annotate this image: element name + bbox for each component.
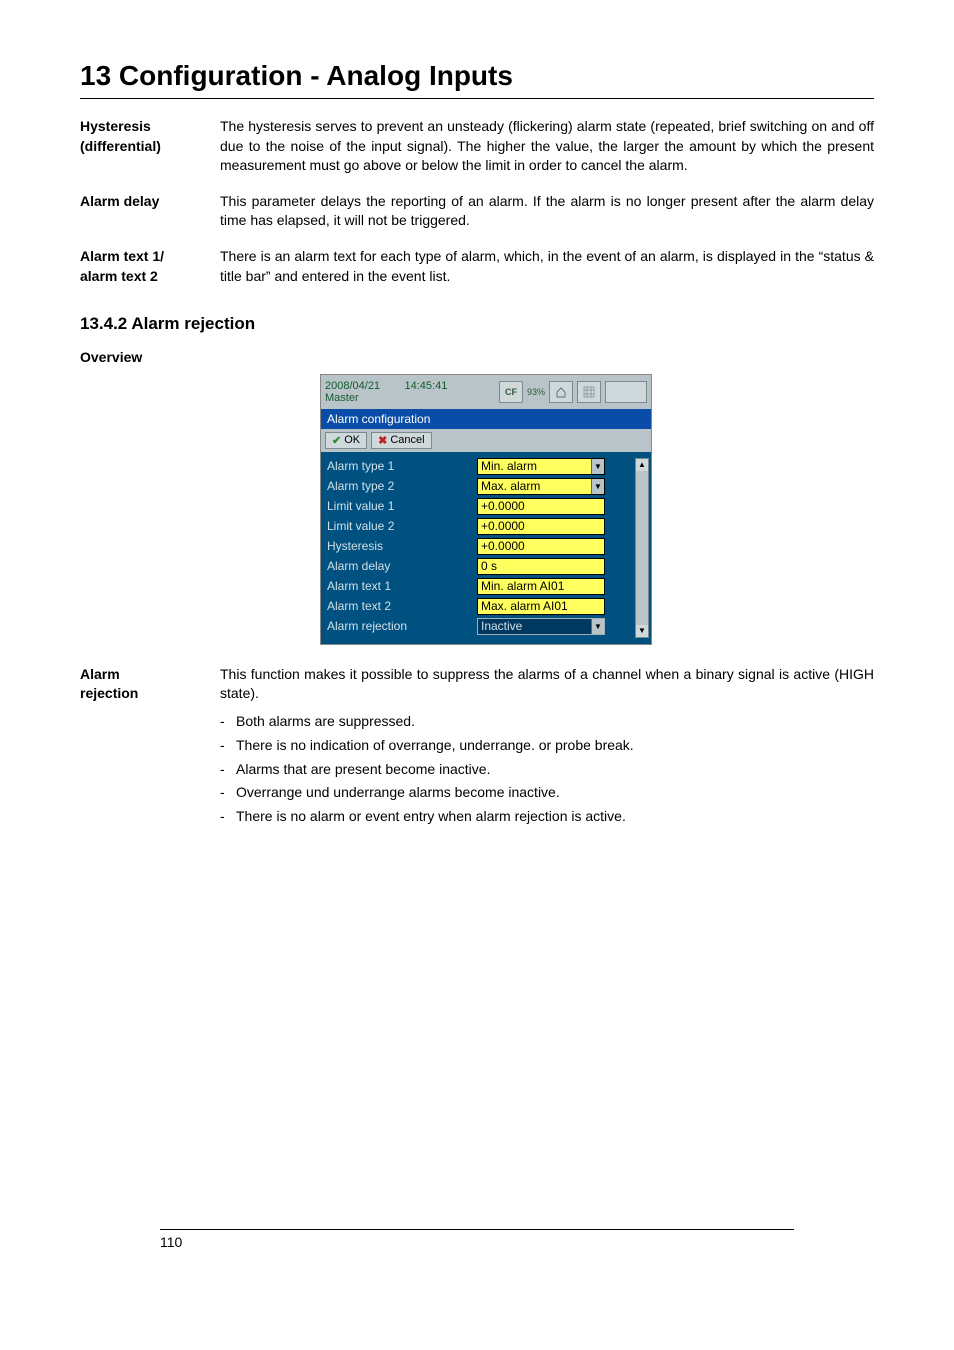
form-input[interactable]: +0.0000 <box>477 498 605 515</box>
field-value: Max. alarm <box>481 479 540 493</box>
cross-icon: ✖ <box>378 434 387 447</box>
label-line: alarm text 2 <box>80 268 158 284</box>
definition-text: This parameter delays the reporting of a… <box>220 192 874 231</box>
field-value: Min. alarm AI01 <box>481 579 564 593</box>
page-footer: 110 <box>160 1221 794 1250</box>
chapter-title: 13 Configuration - Analog Inputs <box>80 60 874 92</box>
chevron-down-icon[interactable]: ▼ <box>591 619 604 634</box>
list-item: Alarms that are present become inactive. <box>220 758 874 782</box>
form-body: Alarm type 1Min. alarm▼Alarm type 2Max. … <box>321 452 651 644</box>
form-dropdown[interactable]: Max. alarm ▼ <box>477 478 605 495</box>
definition-label: Hysteresis (differential) <box>80 117 220 176</box>
chapter-rule <box>80 98 874 99</box>
form-row: Alarm type 1 Min. alarm ▼ <box>327 458 645 475</box>
status-date: 2008/04/21 <box>325 380 380 392</box>
toolbar: ✔ OK ✖ Cancel <box>321 429 651 452</box>
status-left: 2008/04/21 14:45:41 Master <box>325 380 499 404</box>
field-value: 0 s <box>481 559 497 573</box>
list-item: There is no indication of overrange, und… <box>220 734 874 758</box>
form-label: Alarm type 1 <box>327 459 477 473</box>
field-value: +0.0000 <box>481 519 525 533</box>
definition-alarm-delay: Alarm delay This parameter delays the re… <box>80 192 874 231</box>
list-item: There is no alarm or event entry when al… <box>220 805 874 829</box>
form-label: Alarm rejection <box>327 619 477 633</box>
blank-icon[interactable] <box>605 381 647 403</box>
label-line: Alarm text 1/ <box>80 248 164 264</box>
form-input[interactable]: +0.0000 <box>477 518 605 535</box>
field-value: Max. alarm AI01 <box>481 599 568 613</box>
chevron-down-icon[interactable]: ▼ <box>591 459 604 474</box>
field-value: +0.0000 <box>481 499 525 513</box>
definition-text: There is an alarm text for each type of … <box>220 247 874 286</box>
scroll-down-icon[interactable]: ▼ <box>636 625 648 637</box>
form-label: Alarm text 2 <box>327 599 477 613</box>
ok-button[interactable]: ✔ OK <box>325 432 367 449</box>
definition-label: Alarm delay <box>80 192 220 231</box>
form-label: Limit value 1 <box>327 499 477 513</box>
scroll-up-icon[interactable]: ▲ <box>636 459 648 471</box>
scrollbar[interactable]: ▲ ▼ <box>635 458 649 638</box>
check-icon: ✔ <box>332 434 341 447</box>
definition-text: This function makes it possible to suppr… <box>220 665 874 829</box>
form-row: Alarm delay 0 s <box>327 558 645 575</box>
status-user: Master <box>325 392 359 404</box>
form-row: Alarm type 2 Max. alarm ▼ <box>327 478 645 495</box>
page-number: 110 <box>160 1234 794 1250</box>
label-line: (differential) <box>80 138 161 154</box>
section-heading: 13.4.2 Alarm rejection <box>80 314 874 334</box>
form-dropdown[interactable]: Inactive ▼ <box>477 618 605 635</box>
cancel-button[interactable]: ✖ Cancel <box>371 432 431 449</box>
form-row: Alarm rejection Inactive ▼ <box>327 618 645 635</box>
status-bar: 2008/04/21 14:45:41 Master CF 93% <box>321 375 651 409</box>
form-label: Hysteresis <box>327 539 477 553</box>
cf-percent: 93% <box>527 387 545 397</box>
window-title: Alarm configuration <box>321 409 651 429</box>
alarm-rejection-intro: This function makes it possible to suppr… <box>220 666 874 702</box>
overview-body <box>220 348 874 368</box>
config-screenshot: 2008/04/21 14:45:41 Master CF 93% <box>320 374 652 645</box>
form-label: Limit value 2 <box>327 519 477 533</box>
overview-label: Overview <box>80 348 220 368</box>
status-icons: CF 93% <box>499 381 647 403</box>
field-value: Inactive <box>481 619 522 633</box>
form-row: Hysteresis +0.0000 <box>327 538 645 555</box>
list-item: Overrange und underrange alarms become i… <box>220 781 874 805</box>
form-row: Limit value 1 +0.0000 <box>327 498 645 515</box>
form-row: Alarm text 1 Min. alarm AI01 <box>327 578 645 595</box>
form-label: Alarm type 2 <box>327 479 477 493</box>
cf-card-icon[interactable]: CF <box>499 381 523 403</box>
definition-hysteresis: Hysteresis (differential) The hysteresis… <box>80 117 874 176</box>
definition-text: The hysteresis serves to prevent an unst… <box>220 117 874 176</box>
form-label: Alarm delay <box>327 559 477 573</box>
status-time: 14:45:41 <box>405 380 448 392</box>
form-row: Limit value 2 +0.0000 <box>327 518 645 535</box>
footer-rule <box>160 1229 794 1230</box>
grid-icon[interactable] <box>577 381 601 403</box>
label-line: Hysteresis <box>80 118 151 134</box>
form-label: Alarm text 1 <box>327 579 477 593</box>
form-input[interactable]: +0.0000 <box>477 538 605 555</box>
form-dropdown[interactable]: Min. alarm ▼ <box>477 458 605 475</box>
definition-alarm-text: Alarm text 1/ alarm text 2 There is an a… <box>80 247 874 286</box>
form-input[interactable]: Max. alarm AI01 <box>477 598 605 615</box>
cancel-label: Cancel <box>390 434 424 446</box>
definition-alarm-rejection: Alarm rejection This function makes it p… <box>80 665 874 829</box>
label-line: rejection <box>80 685 138 701</box>
overview-row: Overview <box>80 348 874 368</box>
definition-label: Alarm text 1/ alarm text 2 <box>80 247 220 286</box>
field-value: Min. alarm <box>481 459 537 473</box>
form-input[interactable]: Min. alarm AI01 <box>477 578 605 595</box>
form-input[interactable]: 0 s <box>477 558 605 575</box>
form-row: Alarm text 2 Max. alarm AI01 <box>327 598 645 615</box>
ok-label: OK <box>344 434 360 446</box>
chevron-down-icon[interactable]: ▼ <box>591 479 604 494</box>
field-value: +0.0000 <box>481 539 525 553</box>
label-line: Alarm <box>80 666 120 682</box>
list-item: Both alarms are suppressed. <box>220 710 874 734</box>
bullet-list: Both alarms are suppressed.There is no i… <box>220 710 874 829</box>
home-icon[interactable] <box>549 381 573 403</box>
definition-label: Alarm rejection <box>80 665 220 829</box>
